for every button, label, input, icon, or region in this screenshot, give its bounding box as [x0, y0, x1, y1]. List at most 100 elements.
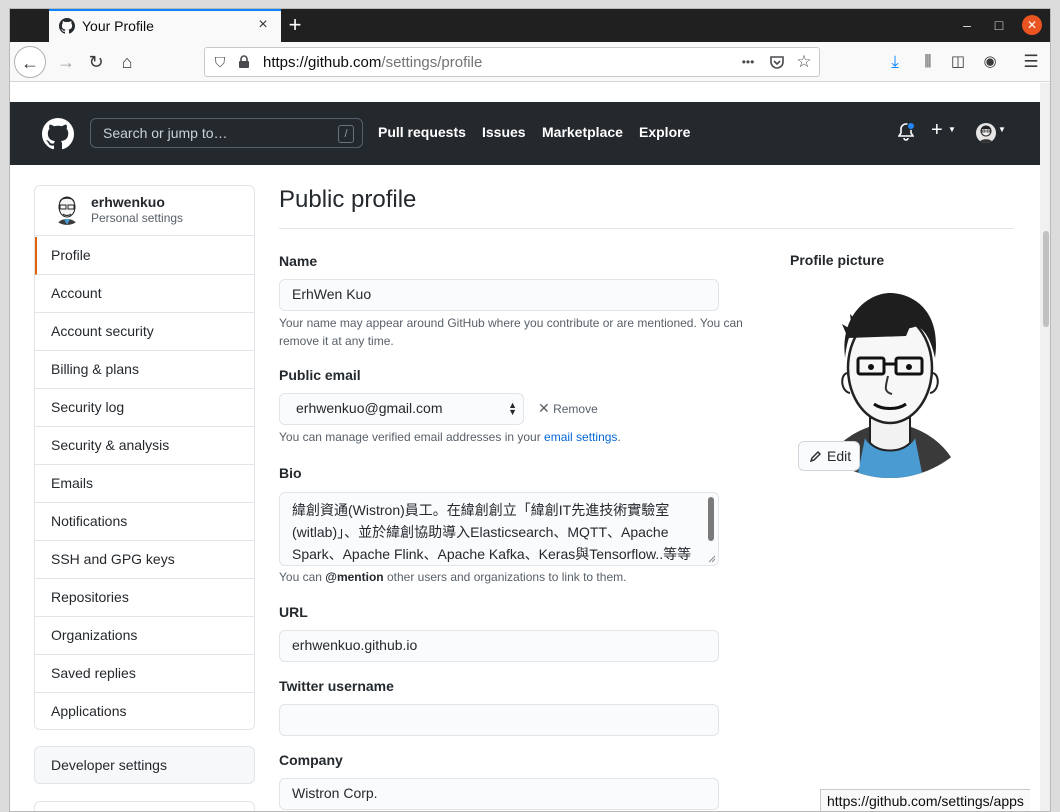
company-label: Company [279, 752, 343, 768]
tab-your-profile[interactable]: Your Profile × [49, 9, 281, 42]
url-path: /settings/profile [381, 54, 483, 71]
email-note-suffix: . [617, 430, 621, 444]
twitter-label: Twitter username [279, 678, 394, 694]
forward-arrow-icon[interactable]: → [50, 46, 82, 78]
browser-window: Your Profile × + – □ ✕ ← → ↻ ⌂ ⛉ https:/… [9, 8, 1051, 812]
user-avatar-menu[interactable] [976, 123, 996, 143]
bio-line-1: 緯創資通(Wistron)員工。在緯創創立「緯創IT先進技術實驗室 [292, 502, 670, 518]
settings-sidebar: erhwenkuo Personal settings Profile Acco… [34, 185, 255, 730]
nav-marketplace[interactable]: Marketplace [542, 124, 623, 140]
shield-icon[interactable]: ⛉ [211, 53, 229, 71]
bio-note-mention: @mention [325, 570, 384, 584]
create-caret-icon[interactable]: ▼ [948, 125, 956, 134]
name-label: Name [279, 253, 318, 269]
github-search-input[interactable]: Search or jump to… / [90, 118, 363, 148]
bookmark-star-icon[interactable]: ☆ [795, 53, 813, 71]
name-note-line-2: remove it at any time. [279, 334, 394, 348]
page-title: Public profile [279, 186, 417, 213]
sidebar-item-repositories[interactable]: Repositories [35, 579, 254, 617]
email-note: You can manage verified email addresses … [279, 428, 621, 446]
sidebar-item-applications[interactable]: Applications [35, 693, 254, 731]
remove-label: Remove [553, 402, 598, 416]
sidebar-item-saved-replies[interactable]: Saved replies [35, 655, 254, 693]
sidebar-extra-box [34, 801, 255, 811]
nav-issues[interactable]: Issues [482, 124, 526, 140]
new-tab-button[interactable]: + [280, 11, 310, 39]
sidebar-item-security-analysis[interactable]: Security & analysis [35, 427, 254, 465]
public-email-select[interactable]: erhwenkuo@gmail.com ▲ ▼ [279, 393, 524, 425]
sidebar-avatar [51, 193, 83, 225]
nav-pull-requests[interactable]: Pull requests [378, 124, 466, 140]
company-input[interactable]: Wistron Corp. [279, 778, 719, 810]
avatar-face-icon [979, 125, 993, 143]
remove-x-icon: ✕ [538, 400, 550, 416]
library-icon[interactable]: ⫼ [918, 52, 938, 72]
sidebar-user-header: erhwenkuo Personal settings [35, 186, 254, 236]
url-host: https://github.com [263, 54, 382, 71]
sidebar-item-ssh-gpg[interactable]: SSH and GPG keys [35, 541, 254, 579]
page-viewport: Search or jump to… / Pull requests Issue… [10, 83, 1040, 811]
edit-picture-button[interactable]: Edit [798, 441, 860, 471]
hamburger-menu-icon[interactable]: ☰ [1021, 52, 1041, 72]
tab-close-icon[interactable]: × [253, 15, 273, 35]
bio-line-2: (witlab)」、並於緯創協助導入Elasticsearch、MQTT、Apa… [292, 524, 669, 540]
name-note-line-1: Your name may appear around GitHub where… [279, 316, 743, 330]
bio-textarea[interactable]: 緯創資通(Wistron)員工。在緯創創立「緯創IT先進技術實驗室 (witla… [279, 492, 719, 566]
tab-bar: Your Profile × + – □ ✕ [10, 9, 1050, 42]
url-bar[interactable]: ⛉ https://github.com/settings/profile ••… [204, 47, 820, 77]
page-actions-icon[interactable]: ••• [739, 53, 757, 71]
page-scrollbar[interactable] [1040, 83, 1050, 811]
email-settings-link[interactable]: email settings [544, 430, 617, 444]
email-note-prefix: You can manage verified email addresses … [279, 430, 545, 444]
home-icon[interactable]: ⌂ [111, 46, 143, 78]
github-header: Search or jump to… / Pull requests Issue… [10, 102, 1040, 165]
bio-note-suffix: other users and organizations to link to… [383, 570, 627, 584]
navigation-toolbar: ← → ↻ ⌂ ⛉ https://github.com/settings/pr… [10, 42, 1050, 82]
slash-key-hint: / [338, 125, 354, 143]
tab-title: Your Profile [82, 18, 154, 34]
back-arrow-icon[interactable]: ← [14, 46, 46, 78]
sidebar-username[interactable]: erhwenkuo [91, 194, 165, 210]
nav-explore[interactable]: Explore [639, 124, 690, 140]
status-link-tooltip: https://github.com/settings/apps [820, 789, 1030, 811]
sidebar-item-security-log[interactable]: Security log [35, 389, 254, 427]
sidebar-item-profile[interactable]: Profile [35, 237, 254, 275]
minimize-icon[interactable]: – [959, 17, 975, 33]
bio-note: You can @mention other users and organiz… [279, 568, 626, 586]
window-close-icon[interactable]: ✕ [1022, 15, 1042, 35]
sidebar-item-account[interactable]: Account [35, 275, 254, 313]
pencil-icon [809, 451, 821, 463]
page-scroll-thumb[interactable] [1043, 231, 1049, 327]
github-logo-icon[interactable] [42, 118, 74, 150]
sidebar-item-billing[interactable]: Billing & plans [35, 351, 254, 389]
sidebar-item-account-security[interactable]: Account security [35, 313, 254, 351]
url-input[interactable]: erhwenkuo.github.io [279, 630, 719, 662]
maximize-icon[interactable]: □ [991, 17, 1007, 33]
resize-grip-icon[interactable] [708, 555, 716, 563]
twitter-input[interactable] [279, 704, 719, 736]
sidebar-item-notifications[interactable]: Notifications [35, 503, 254, 541]
sidebar-item-organizations[interactable]: Organizations [35, 617, 254, 655]
avatar-caret-icon[interactable]: ▼ [998, 125, 1006, 134]
avatar-face-icon [51, 193, 83, 225]
url-text[interactable]: https://github.com/settings/profile [263, 54, 482, 71]
reload-icon[interactable]: ↻ [80, 46, 112, 78]
bio-note-prefix: You can [279, 570, 326, 584]
github-favicon-icon [59, 18, 75, 34]
public-email-value: erhwenkuo@gmail.com [296, 400, 443, 416]
sidebar-toggle-icon[interactable]: ◫ [948, 52, 968, 72]
sidebar-subtitle: Personal settings [91, 211, 184, 225]
edit-label: Edit [827, 448, 852, 464]
create-new-plus-icon[interactable]: + [931, 119, 943, 142]
remove-email-button[interactable]: ✕ Remove [538, 400, 598, 417]
lock-icon[interactable] [237, 55, 251, 69]
title-divider [279, 228, 1014, 229]
bio-scrollbar[interactable] [708, 497, 714, 541]
pocket-icon[interactable] [768, 54, 786, 72]
name-input[interactable]: ErhWen Kuo [279, 279, 719, 311]
sidebar-item-emails[interactable]: Emails [35, 465, 254, 503]
public-email-label: Public email [279, 367, 361, 383]
downloads-icon[interactable]: ⤓ [885, 52, 905, 72]
account-icon[interactable]: ◉ [980, 52, 1000, 72]
sidebar-item-developer-settings[interactable]: Developer settings [34, 746, 255, 784]
